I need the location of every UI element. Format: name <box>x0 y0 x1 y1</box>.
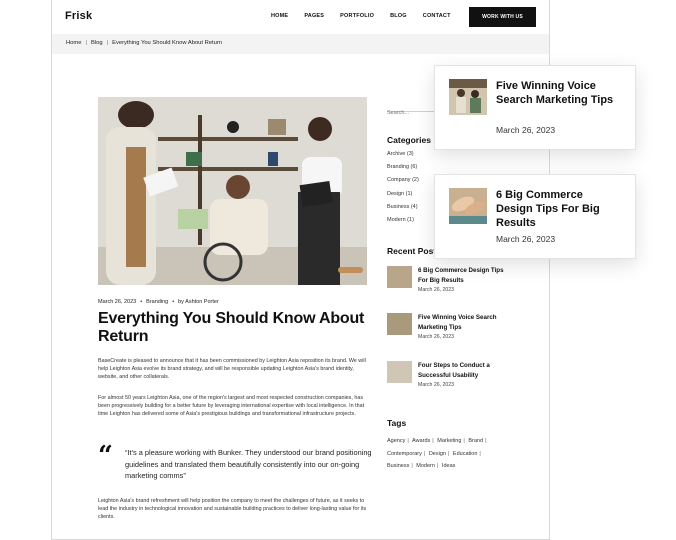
tag-marketing[interactable]: Marketing <box>437 438 461 444</box>
recent-post-title[interactable]: Four Steps to Conduct a Successful Usabi… <box>418 361 508 380</box>
tag-cloud: Agency | Awards | Marketing | Brand | Contem… <box>387 435 517 473</box>
breadcrumb-current: Everything You Should Know About Return <box>112 40 223 46</box>
tag-separator: | <box>485 438 487 444</box>
recent-post-title[interactable]: Five Winning Voice Search Marketing Tips <box>418 313 508 332</box>
card-photo <box>449 79 487 115</box>
tag-awards[interactable]: Awards <box>412 438 430 444</box>
post-author[interactable]: by Ashton Porter <box>178 299 219 305</box>
meta-dot: • <box>140 299 143 305</box>
work-with-us-button[interactable]: WORK WITH US <box>469 7 536 27</box>
site-logo[interactable]: Frisk <box>65 10 92 22</box>
tag-separator: | <box>411 463 413 470</box>
top-navigation: Frisk HOME PAGES PORTFOLIO BLOG CONTACT … <box>52 0 549 34</box>
recent-post-date: March 26, 2023 <box>418 382 455 388</box>
featured-post-card[interactable]: 6 Big Commerce Design Tips For Big Resul… <box>434 174 636 259</box>
tag-separator: | <box>432 438 434 444</box>
nav-blog[interactable]: BLOG <box>390 13 407 19</box>
main-menu: HOME PAGES PORTFOLIO BLOG CONTACT <box>271 13 467 19</box>
card-thumbnail[interactable] <box>449 79 487 115</box>
tag-ideas[interactable]: Ideas <box>442 463 455 469</box>
category-list: Archive (3) Branding (6) Company (2) Des… <box>387 151 419 230</box>
breadcrumb-bar: Home | Blog | Everything You Should Know… <box>52 34 549 54</box>
article-paragraph-3: Leighton Asia's brand refreshment will h… <box>98 498 367 521</box>
tag-separator: | <box>447 450 450 457</box>
nav-portfolio[interactable]: PORTFOLIO <box>340 13 374 19</box>
testimonial-quote: “It's a pleasure working with Bunker. Th… <box>125 448 372 480</box>
recent-post[interactable]: Four Steps to Conduct a Successful Usabi… <box>387 361 508 388</box>
nav-home[interactable]: HOME <box>271 13 288 19</box>
card-title[interactable]: Five Winning Voice Search Marketing Tips <box>496 79 621 107</box>
tag-brand[interactable]: Brand <box>468 438 483 444</box>
category-company[interactable]: Company (2) <box>387 177 419 190</box>
card-thumbnail[interactable] <box>449 188 487 224</box>
recent-posts-heading: Recent Posts <box>387 246 441 256</box>
breadcrumb-separator: | <box>106 40 109 46</box>
tag-separator: | <box>479 450 481 457</box>
category-archive[interactable]: Archive (3) <box>387 151 419 164</box>
tag-contemporary[interactable]: Contemporary <box>387 451 422 457</box>
card-title[interactable]: 6 Big Commerce Design Tips For Big Resul… <box>496 188 621 230</box>
tag-education[interactable]: Education <box>453 451 477 457</box>
office-team-photo <box>98 97 367 285</box>
article-paragraph-1: BaseCreate is pleased to announce that i… <box>98 358 366 381</box>
meta-dot: • <box>172 299 175 305</box>
category-business[interactable]: Business (4) <box>387 204 419 217</box>
tag-business[interactable]: Business <box>387 463 409 469</box>
nav-contact[interactable]: CONTACT <box>423 13 451 19</box>
categories-heading: Categories <box>387 135 431 145</box>
recent-post-thumbnail[interactable] <box>387 361 412 383</box>
tag-separator: | <box>423 450 426 457</box>
recent-post[interactable]: Five Winning Voice Search Marketing Tips… <box>387 313 508 340</box>
nav-pages[interactable]: PAGES <box>304 13 324 19</box>
breadcrumb-home[interactable]: Home <box>66 40 81 46</box>
recent-post-date: March 26, 2023 <box>418 334 455 340</box>
tag-separator: | <box>463 438 465 444</box>
featured-post-card[interactable]: Five Winning Voice Search Marketing Tips… <box>434 65 636 150</box>
tag-modern[interactable]: Modern <box>416 463 435 469</box>
card-date: March 26, 2023 <box>496 125 556 135</box>
tag-separator: | <box>407 438 409 444</box>
card-photo <box>449 188 487 224</box>
breadcrumb-separator: | <box>85 40 87 46</box>
recent-post-thumbnail[interactable] <box>387 313 412 335</box>
category-design[interactable]: Design (1) <box>387 191 419 204</box>
article-paragraph-2: For almost 50 years Leighton Asia, one o… <box>98 395 365 418</box>
breadcrumb-blog[interactable]: Blog <box>91 40 103 46</box>
category-branding[interactable]: Branding (6) <box>387 164 419 177</box>
quote-icon: “ <box>98 441 113 471</box>
article-title: Everything You Should Know About Return <box>98 310 365 345</box>
post-meta: March 26, 2023 • Branding • by Ashton Po… <box>98 299 219 305</box>
tag-agency[interactable]: Agency <box>387 438 405 444</box>
hero-image <box>98 97 367 285</box>
tag-separator: | <box>436 463 439 470</box>
post-category[interactable]: Branding <box>146 299 168 305</box>
tag-design[interactable]: Design <box>429 451 446 457</box>
tags-heading: Tags <box>387 418 407 428</box>
recent-post[interactable]: 6 Big Commerce Design Tips For Big Resul… <box>387 266 508 293</box>
breadcrumb: Home | Blog | Everything You Should Know… <box>66 40 222 46</box>
recent-post-thumbnail[interactable] <box>387 266 412 288</box>
recent-post-date: March 26, 2023 <box>418 287 455 293</box>
post-date: March 26, 2023 <box>98 299 137 305</box>
card-date: March 26, 2023 <box>496 234 556 244</box>
category-modern[interactable]: Modern (1) <box>387 217 419 230</box>
recent-post-title[interactable]: 6 Big Commerce Design Tips For Big Resul… <box>418 266 508 285</box>
